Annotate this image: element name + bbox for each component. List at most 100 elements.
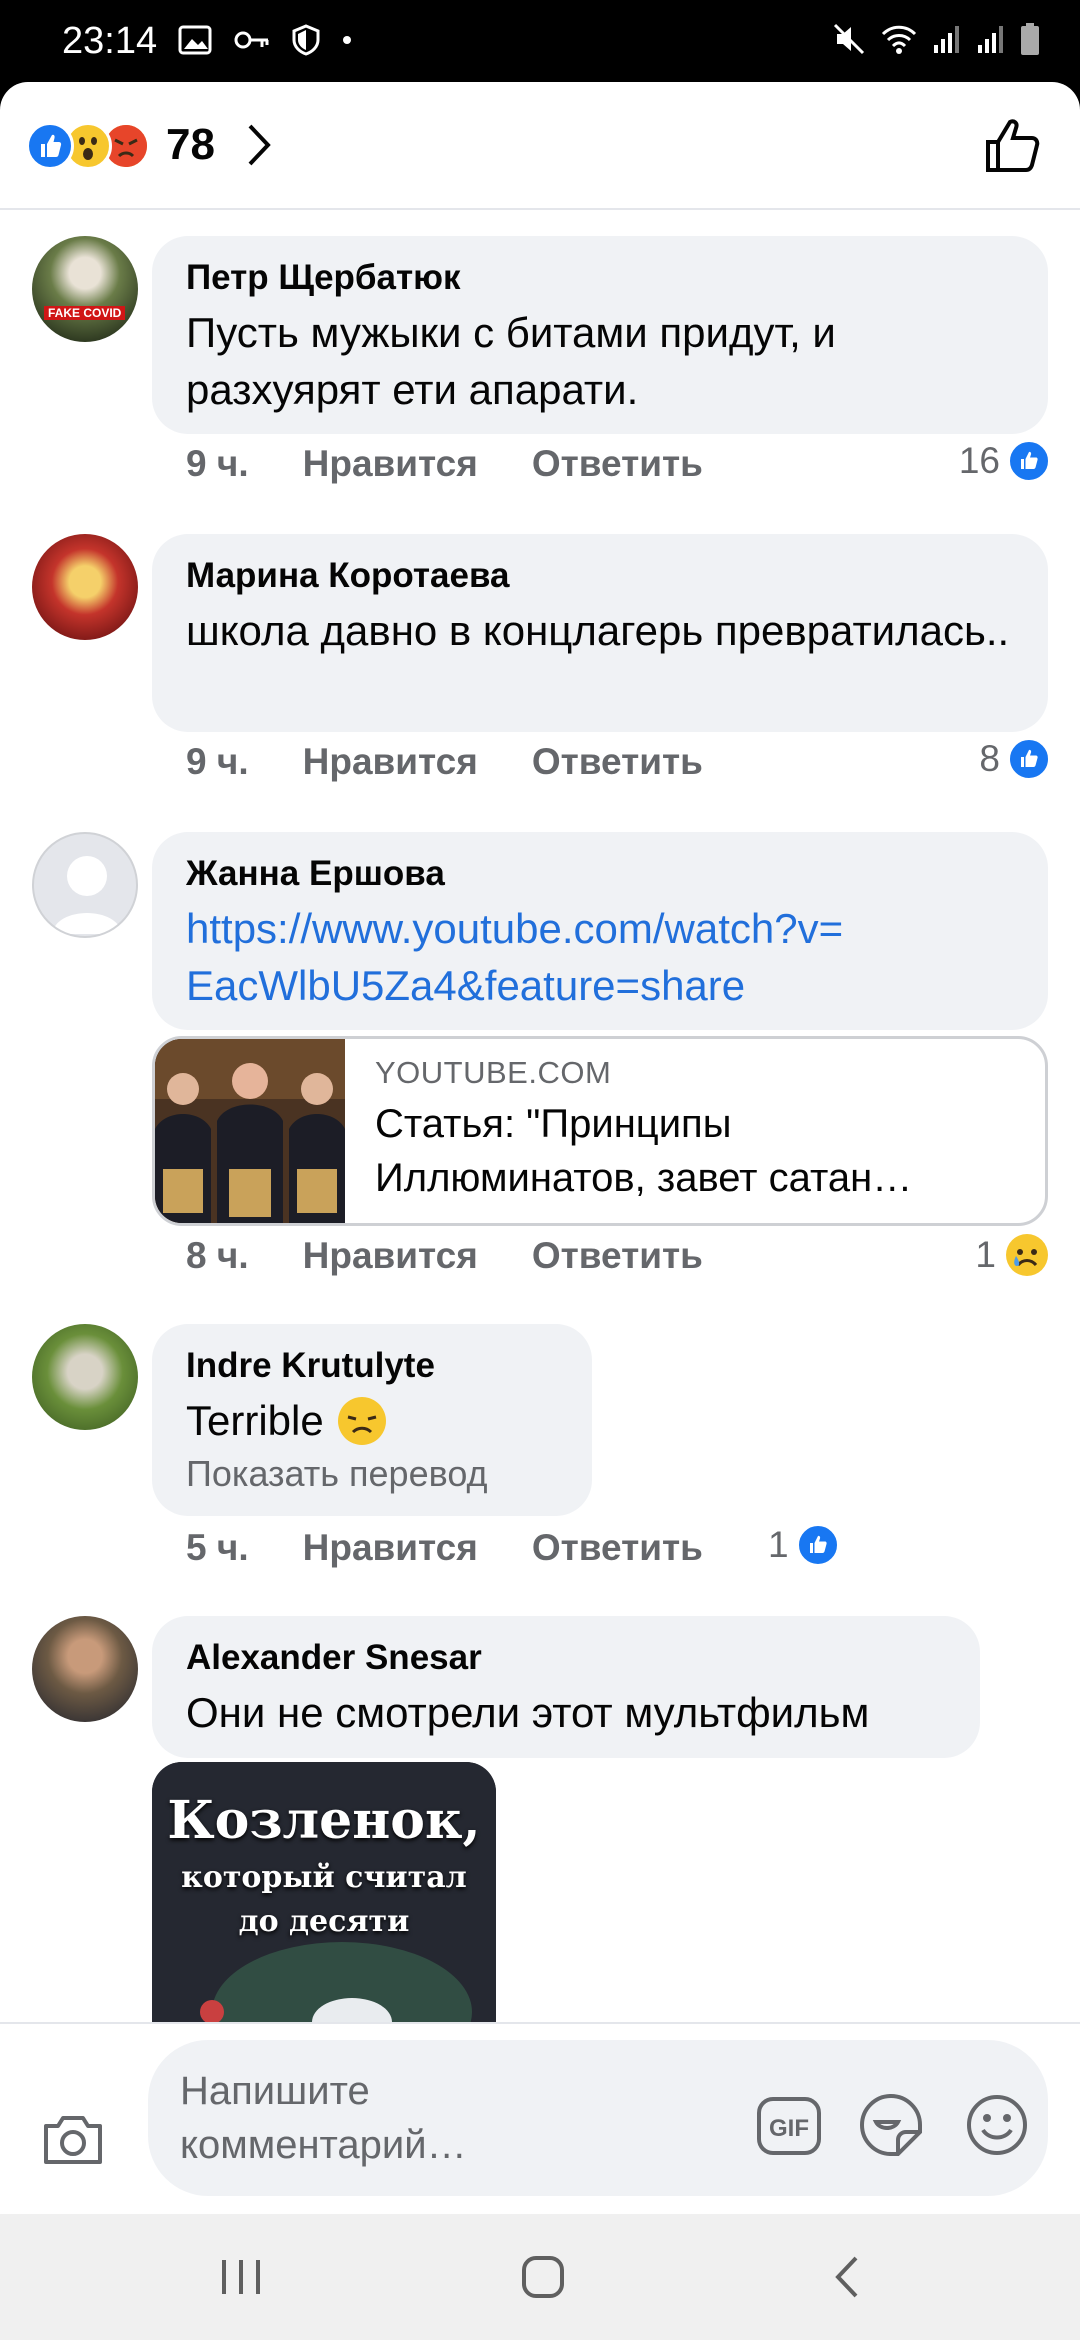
reaction-number: 1: [768, 1524, 789, 1565]
reactions-header: 78: [0, 82, 1080, 210]
recent-apps-icon[interactable]: [218, 2254, 264, 2300]
comment-actions: 8 ч. Нравится Ответить: [186, 1234, 703, 1278]
placeholder-line: комментарий…: [180, 2123, 467, 2167]
gif-subtitle: который считал до десяти: [152, 1856, 496, 1944]
placeholder-line: Напишите: [180, 2069, 370, 2113]
like-button[interactable]: Нравится: [303, 1234, 478, 1278]
like-button[interactable]: Нравится: [303, 1526, 478, 1570]
like-outline-icon[interactable]: [982, 116, 1042, 176]
like-reaction-icon: [1008, 738, 1050, 780]
gallery-icon: [178, 25, 212, 55]
avatar[interactable]: [32, 832, 138, 938]
status-bar: 23:14: [0, 0, 1080, 82]
comment-author[interactable]: Indre Krutulyte: [186, 1344, 558, 1388]
comment-reaction-count[interactable]: 16: [959, 440, 1050, 482]
comment-time[interactable]: 9 ч.: [186, 442, 249, 486]
signal-icon-1: [934, 26, 959, 53]
gif-icon: GIF: [757, 2097, 821, 2155]
status-left-icons: [178, 24, 352, 56]
reaction-count[interactable]: 78: [166, 118, 215, 172]
sad-reaction-icon: [1006, 1234, 1048, 1276]
camera-icon[interactable]: [40, 2112, 106, 2168]
comment-actions: 9 ч. Нравится Ответить: [186, 740, 703, 784]
sticker-icon[interactable]: [858, 2092, 924, 2158]
reaction-number: 1: [975, 1234, 996, 1275]
link-line: https://www.youtube.com/watch?v=: [186, 905, 844, 952]
comment-bubble[interactable]: Петр Щербатюк Пусть мужыки с битами прид…: [152, 236, 1048, 434]
link-preview-card[interactable]: YOUTUBE.COM Статья: "Принципы Иллюминатов…: [152, 1036, 1048, 1226]
mute-icon: [833, 23, 865, 55]
link-title-line: Иллюминатов, завет сатан…: [375, 1156, 913, 1200]
home-icon[interactable]: [520, 2254, 566, 2300]
like-reaction-icon: [1008, 440, 1050, 482]
comment-author[interactable]: Петр Щербатюк: [186, 256, 1014, 300]
battery-icon: [1021, 23, 1039, 55]
gif-subtitle-line: который считал: [181, 1860, 467, 1895]
comment-time[interactable]: 9 ч.: [186, 740, 249, 784]
reaction-summary[interactable]: [26, 122, 150, 170]
comment-author[interactable]: Alexander Snesar: [186, 1636, 946, 1680]
reply-button[interactable]: Ответить: [532, 740, 703, 784]
link-domain: YOUTUBE.COM: [375, 1055, 612, 1090]
comment-time[interactable]: 8 ч.: [186, 1234, 249, 1278]
reaction-number: 8: [979, 738, 1000, 779]
shield-icon: [292, 24, 320, 56]
comment-actions: 5 ч. Нравится Ответить: [186, 1526, 703, 1570]
gif-label: GIF: [769, 2115, 809, 2142]
gif-attachment[interactable]: Козленок, который считал до десяти: [152, 1762, 496, 2022]
avatar[interactable]: FAKE COVID: [32, 236, 138, 342]
comment-text: Пусть мужыки с битами придут, и разхуяря…: [186, 309, 836, 413]
comment-bubble[interactable]: Indre Krutulyte Terrible Показать перево…: [152, 1324, 592, 1516]
system-nav-bar: [0, 2214, 1080, 2340]
comment-bubble[interactable]: Жанна Ершова https://www.youtube.com/wat…: [152, 832, 1048, 1030]
comment-text: Они не смотрели этот мультфильм: [186, 1689, 870, 1736]
show-translation-link[interactable]: Показать перевод: [186, 1451, 558, 1497]
comment-reaction-count[interactable]: 1: [768, 1524, 839, 1566]
chevron-right-icon[interactable]: [244, 122, 274, 168]
like-reaction-icon: [796, 1524, 839, 1566]
comment-reaction-count[interactable]: 8: [979, 738, 1050, 780]
disappointed-emoji-icon: [337, 1396, 386, 1445]
avatar-badge: FAKE COVID: [44, 306, 126, 320]
comments-sheet: 78 FAKE COVID Петр Щербатюк Пусть мужыки…: [0, 82, 1080, 2214]
gif-button[interactable]: GIF: [756, 2096, 822, 2161]
link-title-line: Статья: "Принципы: [375, 1102, 732, 1146]
status-right-icons: [832, 22, 1040, 56]
back-icon[interactable]: [826, 2254, 872, 2300]
dot-icon: [343, 36, 351, 44]
like-button[interactable]: Нравится: [303, 740, 478, 784]
comment-actions: 9 ч. Нравится Ответить: [186, 442, 703, 486]
avatar[interactable]: [32, 1616, 138, 1722]
reply-button[interactable]: Ответить: [532, 442, 703, 486]
comment-text: Terrible: [186, 1397, 324, 1444]
comment-placeholder: Напишите комментарий…: [180, 2064, 600, 2172]
link-thumbnail: [155, 1039, 345, 1223]
like-reaction-icon: [26, 122, 74, 170]
link-title: Статья: "Принципы Иллюминатов, завет сата…: [375, 1097, 1015, 1205]
gif-subtitle-line: до десяти: [238, 1904, 410, 1939]
wifi-icon: [881, 25, 917, 54]
comment-link[interactable]: https://www.youtube.com/watch?v= EacWlbU5…: [186, 900, 1014, 1014]
comments-list: FAKE COVID Петр Щербатюк Пусть мужыки с …: [0, 210, 1080, 2022]
reply-button[interactable]: Ответить: [532, 1234, 703, 1278]
emoji-icon[interactable]: [964, 2092, 1030, 2158]
avatar[interactable]: [32, 1324, 138, 1430]
comment-author[interactable]: Марина Коротаева: [186, 554, 1014, 598]
reaction-number: 16: [958, 440, 1000, 481]
comment-text-row: Terrible: [186, 1392, 558, 1449]
comment-time[interactable]: 5 ч.: [186, 1526, 249, 1570]
comment-input[interactable]: Напишите комментарий… GIF: [148, 2040, 1048, 2196]
comment-bubble[interactable]: Марина Коротаева школа давно в концлагер…: [152, 534, 1048, 732]
gif-title: Козленок,: [167, 1790, 481, 1851]
signal-icon-2: [978, 26, 1003, 53]
comment-text: школа давно в концлагерь превратилась..: [186, 607, 1010, 654]
comment-author[interactable]: Жанна Ершова: [186, 852, 1014, 896]
like-button[interactable]: Нравится: [303, 442, 478, 486]
reply-button[interactable]: Ответить: [532, 1526, 703, 1570]
default-avatar-icon: [52, 856, 122, 934]
link-line: EacWlbU5Za4&feature=share: [186, 962, 746, 1009]
comment-bubble[interactable]: Alexander Snesar Они не смотрели этот му…: [152, 1616, 980, 1758]
comment-reaction-count[interactable]: 1: [975, 1232, 1050, 1278]
avatar[interactable]: [32, 534, 138, 640]
status-time: 23:14: [62, 20, 158, 62]
